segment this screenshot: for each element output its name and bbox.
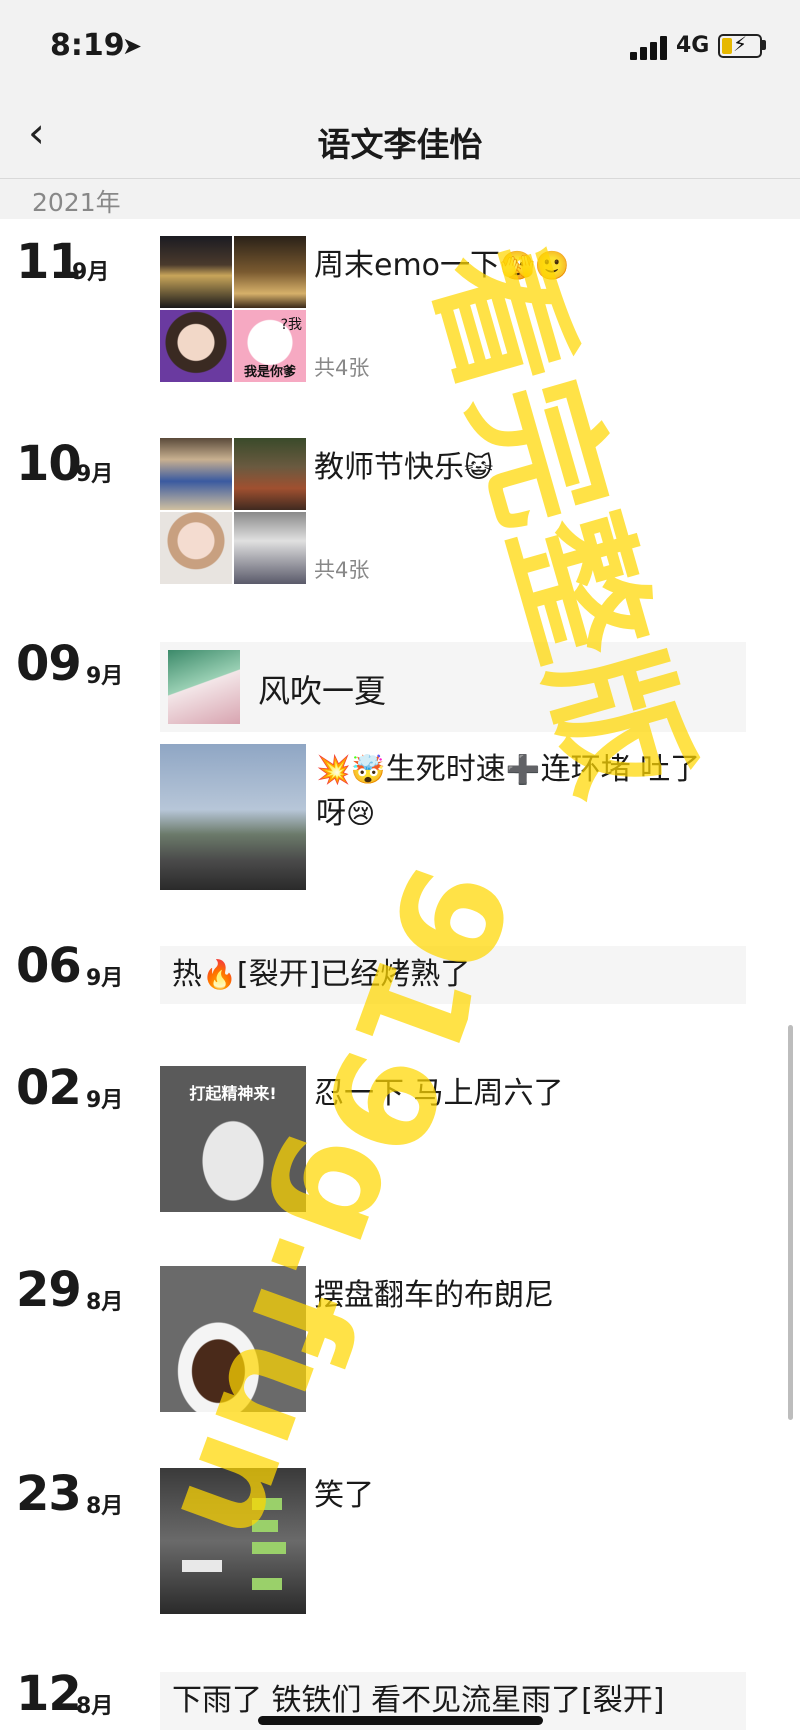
photo-count: 共4张	[314, 356, 370, 380]
list-item[interactable]: 23 8月 笑了	[0, 1466, 760, 1626]
entry-caption: 💥🤯生死时速➕连环堵 吐了 呀😢	[316, 748, 756, 836]
chat-bubble	[252, 1520, 278, 1532]
photo-thumbnail[interactable]	[234, 438, 306, 510]
status-time: 8:19	[50, 28, 125, 63]
caption-text: 热	[172, 957, 202, 992]
entry-month: 9月	[72, 260, 110, 285]
photo-thumbnail[interactable]	[160, 310, 232, 382]
photo-thumbnail[interactable]: 打起精神来!	[160, 1066, 306, 1212]
photo-thumbnail[interactable]	[160, 1266, 306, 1412]
emoji-icon: 💥🤯	[316, 753, 386, 786]
year-label: 2021年	[32, 188, 121, 217]
caption-text: 下雨了 铁铁们 看不见流星雨了[裂开]	[172, 1683, 665, 1718]
home-indicator	[258, 1716, 543, 1725]
entry-caption: 教师节快乐😺	[314, 442, 493, 486]
plus-icon: ➕	[505, 753, 541, 786]
fire-icon: 🔥	[202, 958, 237, 991]
photo-thumbnail[interactable]	[160, 744, 306, 890]
nav-bar: ‹ 语文李佳怡	[0, 96, 800, 179]
entry-day: 12	[16, 1666, 82, 1722]
photo-grid[interactable]	[160, 438, 306, 584]
shared-link-card[interactable]: 风吹一夏	[160, 642, 746, 732]
caption-text: 呀	[316, 796, 346, 831]
caption-text: [裂开]已经烤熟了	[236, 957, 471, 992]
caption-text: 生死时速	[385, 752, 506, 787]
entry-month: 8月	[86, 1494, 124, 1519]
sticker-text: ?我	[280, 317, 302, 333]
signal-bars-icon	[630, 36, 670, 60]
entry-day: 06	[16, 938, 82, 994]
entry-caption: 周末emo一下🫣🙂	[314, 240, 570, 284]
location-arrow-icon: ➤	[122, 32, 143, 60]
entry-caption: 忍一下 马上周六了	[314, 1076, 564, 1111]
list-item[interactable]: 11 9月 ?我 我是你爹 周末emo一下🫣🙂 共4张	[0, 226, 760, 386]
emoji-icon: 😺	[464, 451, 494, 484]
emoji-icon: 🫣🙂	[500, 249, 570, 282]
link-title: 风吹一夏	[258, 672, 387, 710]
year-header: 2021年	[0, 179, 800, 219]
emoji-icon: 😢	[346, 797, 376, 830]
list-item[interactable]: 02 9月 打起精神来! 忍一下 马上周六了	[0, 1060, 760, 1220]
battery-cap	[762, 40, 766, 50]
list-item[interactable]: 29 8月 摆盘翻车的布朗尼	[0, 1262, 760, 1422]
photo-thumbnail[interactable]	[160, 236, 232, 308]
entry-day: 23	[16, 1466, 82, 1522]
link-thumbnail	[168, 650, 240, 724]
chat-bubble	[252, 1578, 282, 1590]
scrollbar[interactable]	[788, 1025, 793, 1420]
image-overlay-text: 打起精神来!	[189, 1084, 277, 1103]
list-item[interactable]: 10 9月 教师节快乐😺 共4张	[0, 428, 760, 588]
photo-thumbnail[interactable]	[160, 512, 232, 584]
list-item[interactable]: 09 9月 风吹一夏 💥🤯生死时速➕连环堵 吐了 呀😢	[0, 636, 760, 896]
list-item[interactable]: 06 9月 热🔥[裂开]已经烤熟了	[0, 938, 760, 1008]
entry-day: 10	[16, 436, 82, 492]
battery-charging-icon: ⚡	[718, 32, 762, 58]
caption-text: 连环堵 吐了	[540, 752, 701, 787]
entry-caption: 笑了	[314, 1478, 374, 1513]
photo-thumbnail[interactable]	[234, 236, 306, 308]
sticker-thumbnail[interactable]: ?我 我是你爹	[234, 310, 306, 382]
photo-thumbnail[interactable]	[234, 512, 306, 584]
entry-day: 02	[16, 1060, 82, 1116]
entry-month: 8月	[86, 1290, 124, 1315]
network-type: 4G	[676, 33, 710, 58]
page-title: 语文李佳怡	[317, 125, 483, 164]
text-post[interactable]: 热🔥[裂开]已经烤熟了	[160, 946, 746, 1004]
entry-caption: 摆盘翻车的布朗尼	[314, 1278, 554, 1313]
entry-month: 9月	[86, 1088, 124, 1113]
caption-text: 周末emo一下	[314, 248, 501, 283]
chat-bubble	[252, 1542, 286, 1554]
photo-thumbnail[interactable]	[160, 1468, 306, 1614]
caption-text: 教师节快乐	[314, 450, 464, 485]
entry-month: 9月	[86, 966, 124, 991]
entry-month: 9月	[76, 462, 114, 487]
chat-bubble	[182, 1560, 222, 1572]
photo-grid[interactable]: ?我 我是你爹	[160, 236, 306, 382]
chat-bubble	[252, 1498, 282, 1510]
photo-thumbnail[interactable]	[160, 438, 232, 510]
sticker-caption: 我是你爹	[243, 365, 296, 380]
entry-month: 8月	[76, 1694, 114, 1719]
entry-day: 09	[16, 636, 82, 692]
entry-day: 29	[16, 1262, 82, 1318]
photo-count: 共4张	[314, 558, 370, 582]
status-bar: 8:19 ➤ 4G ⚡	[0, 0, 800, 96]
entry-month: 9月	[86, 664, 124, 689]
